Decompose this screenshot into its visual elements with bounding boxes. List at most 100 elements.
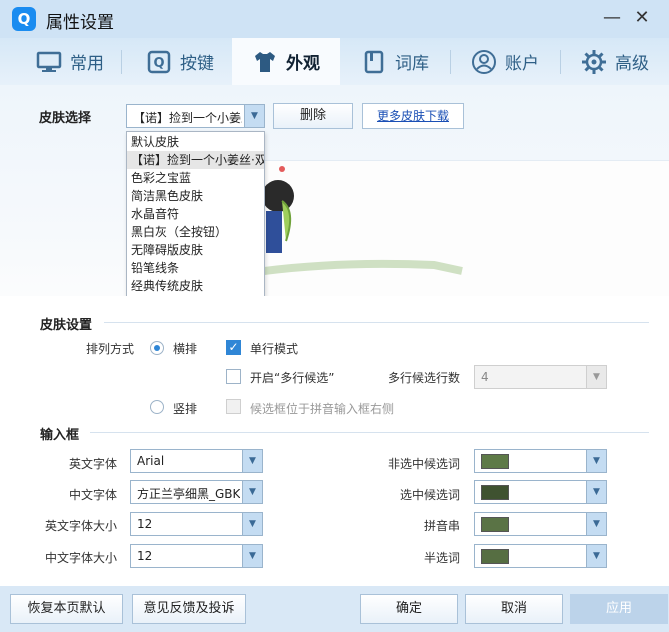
single-line-label: 单行模式: [250, 342, 299, 356]
section-divider: [90, 432, 649, 433]
cn-size-label: 中文字体大小: [45, 551, 118, 565]
cn-font-select[interactable]: 方正兰亭细黑_GBK ▼: [130, 480, 263, 504]
candidate-right-checkbox[interactable]: [226, 399, 241, 414]
en-font-label: 英文字体: [69, 457, 118, 471]
dropdown-option[interactable]: 铅笔线条: [127, 259, 264, 277]
selected-color-select[interactable]: ▼: [474, 480, 607, 504]
dropdown-option[interactable]: 黑白灰（全按钮）: [127, 223, 264, 241]
cancel-button[interactable]: 取消: [465, 594, 563, 624]
dropdown-option[interactable]: 色彩之宝蓝: [127, 169, 264, 187]
multi-line-label: 开启“多行候选”: [250, 371, 335, 385]
tab-keys[interactable]: Q 按键: [130, 38, 230, 85]
vertical-label: 竖排: [173, 402, 198, 416]
cn-size-select[interactable]: 12 ▼: [130, 544, 263, 568]
app-logo-icon: Q: [12, 7, 36, 31]
chevron-down-icon[interactable]: ▼: [242, 481, 262, 503]
restore-defaults-button[interactable]: 恢复本页默认: [10, 594, 123, 624]
dropdown-option[interactable]: 简洁黑色皮肤: [127, 187, 264, 205]
tab-appearance[interactable]: 外观: [232, 38, 340, 85]
tab-label: 常用: [70, 54, 104, 74]
horizontal-label: 横排: [173, 342, 198, 356]
multi-line-count-value: 4: [481, 370, 489, 384]
candidate-right-label: 候选框位于拼音输入框右侧: [250, 402, 395, 416]
single-line-checkbox[interactable]: ✓: [226, 340, 241, 355]
skin-settings-title: 皮肤设置: [40, 318, 93, 333]
tab-label: 外观: [286, 54, 320, 74]
color-swatch: [481, 549, 509, 564]
dropdown-option[interactable]: 无障碍版皮肤: [127, 241, 264, 259]
skin-select-value: 【诺】捡到一个小姜丝·双: [133, 111, 242, 125]
tab-dictionary[interactable]: 词库: [345, 38, 445, 85]
multi-line-count-select[interactable]: 4 ▼: [474, 365, 607, 389]
chevron-down-icon[interactable]: ▼: [242, 450, 262, 472]
skin-preview-illustration: [262, 166, 463, 275]
section-divider: [104, 322, 649, 323]
selected-candidate-label: 选中候选词: [400, 488, 461, 502]
dropdown-option[interactable]: 水晶音符: [127, 205, 264, 223]
input-box-title: 输入框: [40, 428, 80, 443]
dropdown-option[interactable]: 默认皮肤: [127, 133, 264, 151]
en-font-select[interactable]: Arial ▼: [130, 449, 263, 473]
tab-label: 账户: [505, 54, 539, 74]
chevron-down-icon[interactable]: ▼: [586, 481, 606, 503]
minimize-button[interactable]: —: [600, 6, 624, 30]
tab-label: 高级: [615, 54, 649, 74]
ok-button[interactable]: 确定: [360, 594, 458, 624]
title-bar: Q 属性设置 — ✕: [0, 0, 669, 38]
chevron-down-icon[interactable]: ▼: [586, 513, 606, 535]
vertical-radio[interactable]: [150, 400, 164, 414]
user-icon: [471, 49, 497, 75]
keyboard-icon: Q: [146, 49, 172, 75]
delete-skin-button[interactable]: 删除: [273, 103, 353, 129]
tab-divider: [450, 50, 451, 74]
cn-font-value: 方正兰亭细黑_GBK: [137, 487, 240, 501]
color-swatch: [481, 517, 509, 532]
book-icon: [361, 49, 387, 75]
color-swatch: [481, 454, 509, 469]
en-font-value: Arial: [137, 454, 165, 468]
skin-dropdown-list: 默认皮肤 【诺】捡到一个小姜丝·双 色彩之宝蓝 简洁黑色皮肤 水晶音符 黑白灰（…: [126, 131, 265, 297]
chevron-down-icon[interactable]: ▼: [244, 105, 264, 127]
apply-button[interactable]: 应用: [570, 594, 668, 624]
dropdown-option[interactable]: 经典传统皮肤: [127, 277, 264, 295]
settings-panel: 皮肤设置 排列方式 横排 ✓ 单行模式 开启“多行候选” 多行候选行数 4 ▼ …: [0, 296, 669, 586]
cn-font-label: 中文字体: [69, 488, 118, 502]
svg-text:Q: Q: [153, 56, 164, 71]
chevron-down-icon[interactable]: ▼: [586, 450, 606, 472]
chevron-down-icon[interactable]: ▼: [242, 545, 262, 567]
feedback-button[interactable]: 意见反馈及投诉: [132, 594, 246, 624]
skin-preview: [262, 160, 669, 296]
window-title: 属性设置: [46, 13, 114, 33]
color-swatch: [481, 485, 509, 500]
tab-bar: 常用 Q 按键 外观 词库 账户 高级: [0, 38, 669, 85]
tab-advanced[interactable]: 高级: [565, 38, 665, 85]
close-button[interactable]: ✕: [630, 6, 654, 30]
chevron-down-icon[interactable]: ▼: [586, 545, 606, 567]
tshirt-icon: [252, 49, 278, 75]
multi-line-checkbox[interactable]: [226, 369, 241, 384]
skin-select-label: 皮肤选择: [39, 111, 92, 126]
en-size-label: 英文字体大小: [45, 519, 118, 533]
chevron-down-icon[interactable]: ▼: [586, 366, 606, 388]
half-color-select[interactable]: ▼: [474, 544, 607, 568]
en-size-value: 12: [137, 517, 153, 531]
tab-label: 词库: [395, 54, 429, 74]
arrange-label: 排列方式: [86, 342, 135, 356]
cn-size-value: 12: [137, 549, 153, 563]
tab-divider: [121, 50, 122, 74]
tab-account[interactable]: 账户: [455, 38, 555, 85]
dropdown-option-selected[interactable]: 【诺】捡到一个小姜丝·双: [127, 151, 264, 169]
pinyin-label: 拼音串: [424, 519, 461, 533]
more-skins-link[interactable]: 更多皮肤下载: [362, 103, 464, 129]
skin-select[interactable]: 【诺】捡到一个小姜丝·双 ▼: [126, 104, 265, 128]
monitor-icon: [36, 49, 62, 75]
chevron-down-icon[interactable]: ▼: [242, 513, 262, 535]
horizontal-radio[interactable]: [150, 341, 164, 355]
unselected-color-select[interactable]: ▼: [474, 449, 607, 473]
pinyin-color-select[interactable]: ▼: [474, 512, 607, 536]
tab-general[interactable]: 常用: [20, 38, 120, 85]
unselected-candidate-label: 非选中候选词: [388, 457, 461, 471]
en-size-select[interactable]: 12 ▼: [130, 512, 263, 536]
footer-bar: 恢复本页默认 意见反馈及投诉 确定 取消 应用: [0, 586, 669, 632]
half-selected-label: 半选词: [424, 551, 461, 565]
